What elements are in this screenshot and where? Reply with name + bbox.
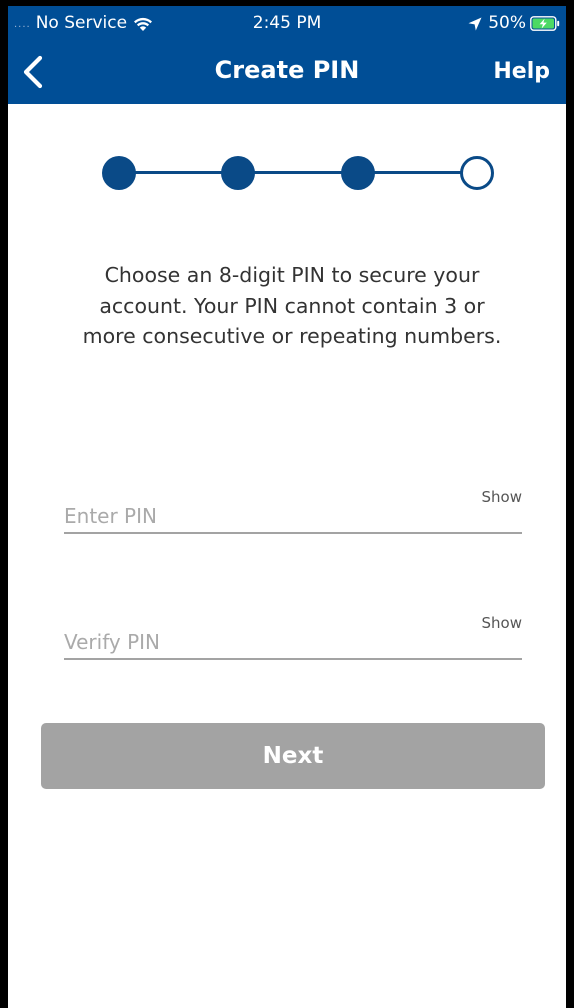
enter-pin-field: Show bbox=[64, 488, 522, 534]
device-frame: .... No Service 2:45 PM 50% Create PIN H… bbox=[0, 0, 574, 1008]
enter-pin-input[interactable] bbox=[64, 504, 444, 528]
next-button[interactable]: Next bbox=[41, 723, 545, 789]
help-link[interactable]: Help bbox=[493, 59, 550, 84]
location-arrow-icon bbox=[468, 16, 482, 31]
status-bar: .... No Service 2:45 PM 50% bbox=[8, 6, 566, 40]
app-screen: .... No Service 2:45 PM 50% Create PIN H… bbox=[8, 6, 566, 1008]
battery-charging-icon bbox=[530, 15, 560, 31]
stepper-connector bbox=[238, 171, 358, 174]
step-complete-indicator bbox=[102, 156, 136, 190]
enter-pin-show-toggle[interactable]: Show bbox=[482, 488, 522, 506]
nav-bar: Create PIN Help bbox=[8, 40, 566, 104]
pin-instructions: Choose an 8-digit PIN to secure your acc… bbox=[82, 263, 502, 348]
step-complete-indicator bbox=[340, 156, 375, 190]
progress-stepper bbox=[102, 156, 494, 190]
status-right: 50% bbox=[468, 13, 560, 33]
page-title: Create PIN bbox=[214, 56, 360, 84]
step-complete-indicator bbox=[221, 156, 256, 190]
verify-pin-show-toggle[interactable]: Show bbox=[482, 614, 522, 632]
step-current-indicator bbox=[460, 156, 494, 190]
app-header: .... No Service 2:45 PM 50% Create PIN H… bbox=[8, 6, 566, 104]
verify-pin-input[interactable] bbox=[64, 630, 444, 654]
battery-percent: 50% bbox=[488, 13, 526, 33]
verify-pin-field: Show bbox=[64, 614, 522, 660]
